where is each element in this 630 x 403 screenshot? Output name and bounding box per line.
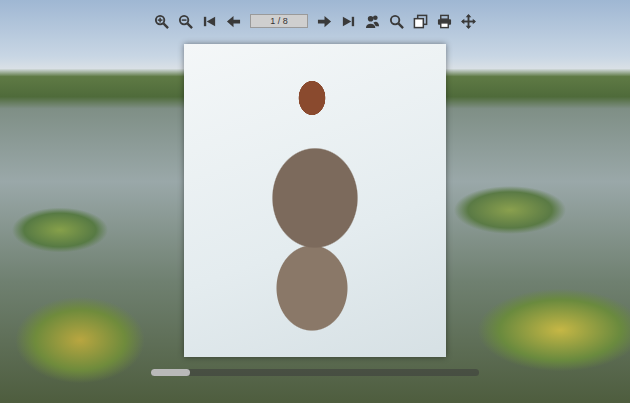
thumbnails-icon[interactable] — [365, 14, 380, 29]
last-page-icon[interactable] — [341, 14, 356, 29]
previous-page-icon[interactable] — [226, 14, 241, 29]
print-icon[interactable] — [437, 14, 452, 29]
page-indicator[interactable]: 1 / 8 — [250, 14, 308, 28]
magazine-cover[interactable] — [184, 44, 446, 357]
next-page-icon[interactable] — [317, 14, 332, 29]
fullscreen-icon[interactable] — [461, 14, 476, 29]
first-page-icon[interactable] — [202, 14, 217, 29]
scrollbar-thumb[interactable] — [151, 369, 190, 376]
zoom-out-icon[interactable] — [178, 14, 193, 29]
search-icon[interactable] — [389, 14, 404, 29]
cover-photo — [250, 58, 380, 357]
toolbar: 1 / 8 — [154, 0, 476, 30]
double-page-icon[interactable] — [413, 14, 428, 29]
zoom-in-icon[interactable] — [154, 14, 169, 29]
page-scrollbar[interactable] — [151, 369, 479, 376]
flipbook-viewer: 1 / 8 — [0, 0, 630, 403]
